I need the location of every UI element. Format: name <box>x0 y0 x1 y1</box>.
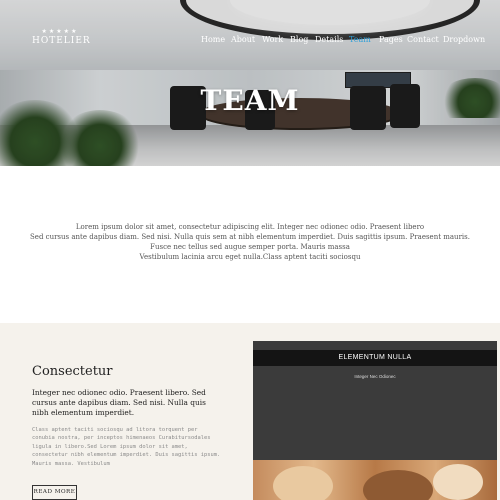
feature-panel: ELEMENTUM NULLA Integer Nec Odionec <box>253 341 497 500</box>
nav-item-details[interactable]: Details <box>315 35 343 44</box>
nav-item-contact[interactable]: Contact <box>407 35 439 44</box>
panel-image-detail <box>363 470 433 500</box>
hero-banner: ★★★★★ HOTELIER Home About Work Blog Deta… <box>0 0 500 166</box>
nav-item-home[interactable]: Home <box>201 35 225 44</box>
nav-item-dropdown[interactable]: Dropdown <box>443 35 485 44</box>
panel-image <box>253 460 497 500</box>
intro-line: Lorem ipsum dolor sit amet, consectetur … <box>75 223 425 231</box>
feature-lead: Integer nec odionec odio. Praesent liber… <box>32 388 206 417</box>
intro-text: Lorem ipsum dolor sit amet, consectetur … <box>0 222 500 262</box>
panel-title: ELEMENTUM NULLA <box>253 350 497 366</box>
nav-item-team[interactable]: Team <box>349 35 371 44</box>
read-more-button[interactable]: READ MORE <box>32 485 77 500</box>
brand-name: HOTELIER <box>32 36 91 46</box>
nav-item-blog[interactable]: Blog <box>290 35 308 44</box>
panel-image-detail <box>273 466 333 500</box>
panel-image-detail <box>433 464 483 500</box>
feature-text-column: Consectetur Integer nec odionec odio. Pr… <box>32 364 222 468</box>
intro-line: Sed cursus ante dapibus diam. Sed nisi. … <box>30 233 470 241</box>
nav-item-pages[interactable]: Pages <box>379 35 403 44</box>
hero-overlay <box>0 0 500 166</box>
intro-line: Fusce nec tellus sed augue semper porta.… <box>150 243 350 251</box>
page-title: TEAM <box>200 84 300 117</box>
feature-heading: Consectetur <box>32 364 113 379</box>
brand-stars: ★★★★★ <box>41 28 79 35</box>
brand-logo[interactable]: ★★★★★ HOTELIER <box>32 28 91 46</box>
feature-body: Class aptent taciti sociosqu ad litora t… <box>32 427 221 467</box>
nav-item-work[interactable]: Work <box>262 35 283 44</box>
intro-line: Vestibulum lacinia arcu eget nulla.Class… <box>139 253 361 261</box>
nav-item-about[interactable]: About <box>231 35 255 44</box>
panel-subtitle: Integer Nec Odionec <box>354 374 396 379</box>
